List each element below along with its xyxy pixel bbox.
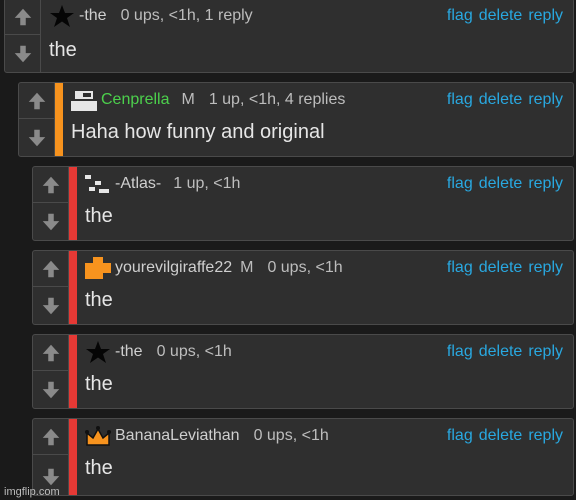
- author-link[interactable]: -Atlas-: [115, 175, 161, 193]
- downvote-button[interactable]: [33, 288, 68, 324]
- comment-meta: 0 ups, <1h: [253, 427, 329, 444]
- vote-column: [33, 251, 69, 324]
- flag-link[interactable]: flag: [447, 91, 473, 109]
- comment-actions: flag delete reply: [447, 425, 563, 447]
- watermark: imgflip.com: [4, 486, 60, 498]
- delete-link[interactable]: delete: [479, 259, 523, 277]
- thread-stripe: [55, 83, 63, 156]
- comment: Cenprella M 1 up, <1h, 4 replies flag de…: [18, 82, 574, 157]
- vote-column: [19, 83, 55, 156]
- vote-column: [5, 0, 41, 72]
- delete-link[interactable]: delete: [479, 7, 523, 25]
- flag-link[interactable]: flag: [447, 7, 473, 25]
- thread-stripe: [69, 335, 77, 408]
- comment-actions: flag delete reply: [447, 257, 563, 279]
- reply-link[interactable]: reply: [528, 259, 563, 277]
- comment-text: the: [85, 289, 113, 311]
- comment-text: the: [85, 205, 113, 227]
- flag-link[interactable]: flag: [447, 259, 473, 277]
- arrow-down-icon: [14, 45, 31, 63]
- reply-link[interactable]: reply: [528, 175, 563, 193]
- upvote-button[interactable]: [19, 83, 54, 119]
- comment-actions: flag delete reply: [447, 341, 563, 363]
- vote-column: [33, 335, 69, 408]
- comment-text: the: [85, 457, 113, 479]
- moderator-badge: M: [240, 259, 254, 276]
- flag-link[interactable]: flag: [447, 343, 473, 361]
- downvote-button[interactable]: [19, 120, 54, 156]
- thread-stripe: [69, 251, 77, 324]
- comment-text: the: [49, 39, 77, 61]
- arrow-down-icon: [42, 297, 59, 315]
- moderator-badge: M: [181, 91, 195, 108]
- crown-icon: [85, 425, 111, 447]
- downvote-button[interactable]: [33, 372, 68, 408]
- flag-link[interactable]: flag: [447, 175, 473, 193]
- author-link[interactable]: Cenprella: [101, 91, 169, 109]
- comment-meta: 1 up, <1h, 4 replies: [208, 91, 346, 108]
- vote-column: [33, 167, 69, 240]
- arrow-down-icon: [42, 381, 59, 399]
- comment-actions: flag delete reply: [447, 5, 563, 27]
- comment-meta: 0 ups, <1h, 1 reply: [120, 7, 253, 24]
- author-link[interactable]: -the: [79, 7, 107, 25]
- flag-link[interactable]: flag: [447, 427, 473, 445]
- thread-stripe: [69, 167, 77, 240]
- reply-link[interactable]: reply: [528, 91, 563, 109]
- arrow-up-icon: [42, 176, 59, 193]
- delete-link[interactable]: delete: [479, 91, 523, 109]
- author-link[interactable]: yourevilgiraffe22: [115, 259, 232, 277]
- arrow-down-icon: [42, 213, 59, 231]
- comment-thread: -the 0 ups, <1h, 1 reply flag delete rep…: [0, 0, 576, 500]
- comment: BananaLeviathan 0 ups, <1h flag delete r…: [32, 418, 574, 496]
- vote-column: [33, 419, 69, 495]
- arrow-down-icon: [42, 468, 59, 486]
- upvote-button[interactable]: [33, 167, 68, 203]
- author-link[interactable]: BananaLeviathan: [115, 427, 240, 445]
- comment-meta: 0 ups, <1h: [267, 259, 343, 276]
- orange-cross-icon: [85, 257, 111, 279]
- delete-link[interactable]: delete: [479, 427, 523, 445]
- arrow-up-icon: [42, 344, 59, 361]
- downvote-button[interactable]: [33, 204, 68, 240]
- arrow-up-icon: [28, 92, 45, 109]
- comment-text: the: [85, 373, 113, 395]
- pixel-avatar-icon: [71, 89, 97, 111]
- comment: -the 0 ups, <1h flag delete reply the: [32, 334, 574, 409]
- star-icon: [85, 341, 111, 363]
- thread-stripe: [69, 419, 77, 495]
- upvote-button[interactable]: [33, 335, 68, 371]
- author-link[interactable]: -the: [115, 343, 143, 361]
- comment-text: Haha how funny and original: [71, 121, 325, 143]
- delete-link[interactable]: delete: [479, 175, 523, 193]
- downvote-button[interactable]: [5, 36, 40, 72]
- comment: yourevilgiraffe22 M 0 ups, <1h flag dele…: [32, 250, 574, 325]
- comment: -Atlas- 1 up, <1h flag delete reply the: [32, 166, 574, 241]
- comment: -the 0 ups, <1h, 1 reply flag delete rep…: [4, 0, 574, 73]
- pixel-blocks-icon: [85, 173, 111, 195]
- comment-meta: 0 ups, <1h: [156, 343, 232, 360]
- comment-actions: flag delete reply: [447, 173, 563, 195]
- arrow-up-icon: [14, 8, 31, 25]
- arrow-down-icon: [28, 129, 45, 147]
- delete-link[interactable]: delete: [479, 343, 523, 361]
- reply-link[interactable]: reply: [528, 7, 563, 25]
- comment-actions: flag delete reply: [447, 89, 563, 111]
- upvote-button[interactable]: [33, 419, 68, 455]
- upvote-button[interactable]: [33, 251, 68, 287]
- comment-meta: 1 up, <1h: [173, 175, 241, 192]
- upvote-button[interactable]: [5, 0, 40, 35]
- reply-link[interactable]: reply: [528, 343, 563, 361]
- arrow-up-icon: [42, 428, 59, 445]
- reply-link[interactable]: reply: [528, 427, 563, 445]
- arrow-up-icon: [42, 260, 59, 277]
- star-icon: [49, 5, 75, 27]
